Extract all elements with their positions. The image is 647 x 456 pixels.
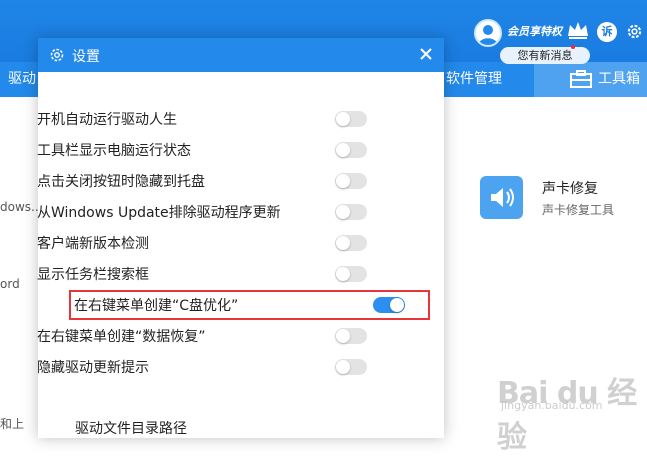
- taskbar-search-toggle[interactable]: [335, 266, 367, 282]
- dialog-header: 设置: [38, 38, 444, 72]
- complaint-icon[interactable]: 诉: [597, 22, 617, 42]
- partial-text-3: 和上: [0, 417, 25, 431]
- setting-row-close-to-tray[interactable]: 点击关闭按钮时隐藏到托盘: [34, 168, 374, 194]
- close-icon[interactable]: [416, 44, 436, 64]
- setting-row-c-drive-optimize[interactable]: 在右键菜单创建“C盘优化”: [69, 290, 430, 320]
- dialog-title: 设置: [72, 49, 100, 65]
- partial-text-2: ord: [0, 277, 20, 291]
- hide-update-tip-toggle[interactable]: [335, 359, 367, 375]
- data-recovery-toggle[interactable]: [335, 328, 367, 344]
- autostart-toggle[interactable]: [335, 111, 367, 127]
- close-to-tray-toggle[interactable]: [335, 173, 367, 189]
- version-check-toggle[interactable]: [335, 235, 367, 251]
- setting-label: 点击关闭按钮时隐藏到托盘: [37, 174, 205, 190]
- driver-path-label: 驱动文件目录路径: [75, 421, 187, 437]
- unread-dot: [571, 45, 575, 49]
- gear-icon[interactable]: [626, 23, 643, 40]
- c-drive-optimize-toggle[interactable]: [373, 297, 405, 313]
- setting-label: 从Windows Update排除驱动程序更新: [37, 205, 281, 221]
- setting-label: 工具栏显示电脑运行状态: [37, 143, 191, 159]
- setting-label: 客户端新版本检测: [37, 236, 149, 252]
- new-message-badge[interactable]: 您有新消息: [500, 47, 590, 64]
- setting-row-version-check[interactable]: 客户端新版本检测: [34, 230, 374, 256]
- user-icon: [478, 25, 498, 45]
- nav-item-software[interactable]: 软件管理: [446, 62, 502, 97]
- setting-label: 隐藏驱动更新提示: [37, 360, 149, 376]
- setting-row-autostart[interactable]: 开机自动运行驱动人生: [34, 106, 374, 132]
- vip-label[interactable]: 会员享特权: [507, 23, 562, 39]
- nav-item-toolbox-label: 工具箱: [598, 71, 640, 87]
- card-title[interactable]: 声卡修复: [542, 178, 598, 198]
- watermark-logo: Bai du 经验: [497, 376, 637, 455]
- setting-row-data-recovery[interactable]: 在右键菜单创建“数据恢复”: [34, 323, 374, 349]
- exclude-update-toggle[interactable]: [335, 204, 367, 220]
- watermark-url: jingyan.baidu.com: [501, 399, 603, 412]
- setting-row-exclude-windows-update[interactable]: 从Windows Update排除驱动程序更新: [34, 199, 374, 225]
- toolbox-icon: [570, 70, 592, 88]
- setting-row-toolbar-status[interactable]: 工具栏显示电脑运行状态: [34, 137, 374, 163]
- setting-row-hide-update-tip[interactable]: 隐藏驱动更新提示: [34, 354, 374, 380]
- setting-label: 在右键菜单创建“C盘优化”: [74, 298, 239, 314]
- nav-item-toolbox[interactable]: 工具箱: [534, 62, 647, 97]
- card-subtitle: 声卡修复工具: [542, 203, 615, 217]
- speaker-icon[interactable]: [480, 176, 523, 219]
- nav-item-drivers[interactable]: 驱动: [0, 62, 36, 97]
- setting-label: 开机自动运行驱动人生: [37, 112, 177, 128]
- settings-gear-icon: [50, 48, 64, 62]
- crown-icon[interactable]: [566, 20, 590, 40]
- toolbar-status-toggle[interactable]: [335, 142, 367, 158]
- setting-label: 显示任务栏搜索框: [37, 267, 149, 283]
- user-avatar[interactable]: [474, 19, 502, 47]
- setting-label: 在右键菜单创建“数据恢复”: [37, 329, 206, 345]
- setting-row-taskbar-search[interactable]: 显示任务栏搜索框: [34, 261, 374, 287]
- speaker-glyph: [491, 188, 514, 207]
